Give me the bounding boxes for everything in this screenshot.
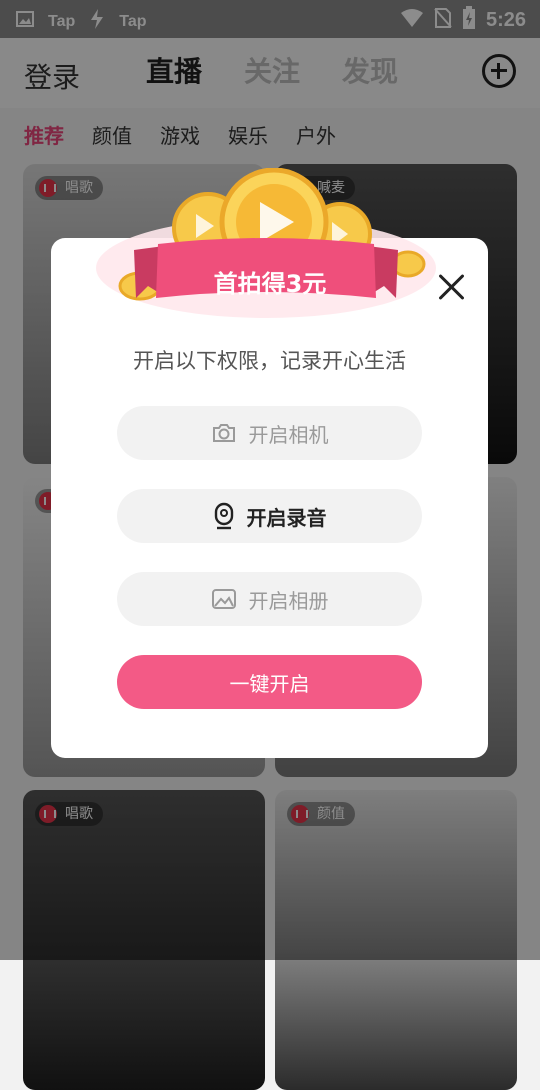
enable-album-button[interactable]: 开启相册 bbox=[117, 572, 422, 626]
enable-all-button[interactable]: 一键开启 bbox=[117, 655, 422, 709]
permission-label: 开启相机 bbox=[248, 422, 329, 447]
banner-text: 首拍得3元 bbox=[213, 270, 327, 298]
dialog-subtitle: 开启以下权限，记录开心生活 bbox=[133, 349, 406, 373]
microphone-icon bbox=[213, 502, 235, 530]
permission-label: 开启录音 bbox=[246, 505, 327, 530]
image-icon bbox=[211, 588, 237, 610]
enable-camera-button[interactable]: 开启相机 bbox=[117, 406, 422, 460]
permission-label: 开启相册 bbox=[248, 588, 329, 613]
enable-microphone-button[interactable]: 开启录音 bbox=[117, 489, 422, 543]
camera-icon bbox=[211, 422, 237, 444]
close-icon[interactable] bbox=[436, 272, 466, 302]
